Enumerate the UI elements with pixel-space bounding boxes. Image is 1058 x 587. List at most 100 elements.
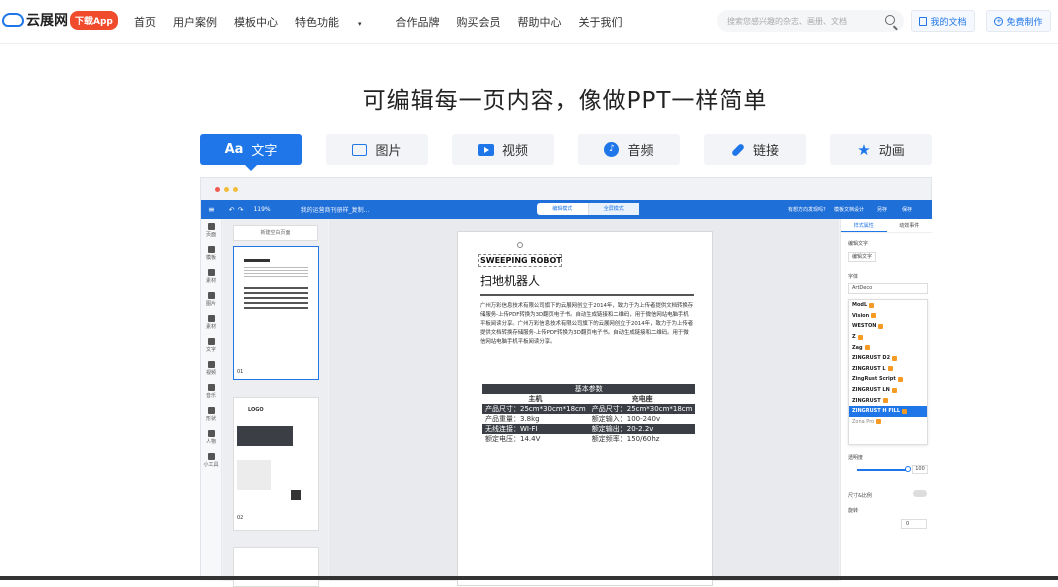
hint-link[interactable]: 有想方向发现吗? [788,206,826,213]
edit-text-button[interactable]: 编辑文字 [848,252,876,262]
size-ratio-toggle[interactable] [913,490,927,497]
rail-music[interactable]: 音乐 [201,380,221,403]
title-chinese[interactable]: 扫地机器人 [480,272,540,289]
font-option[interactable]: ZingRust Script [849,374,927,385]
font-option-label: Z [852,334,856,341]
document-page[interactable]: SWEEPING ROBOT 扫地机器人 广州万彩信息技术有限公司旗下的云展网创… [457,231,713,586]
opacity-slider[interactable] [857,469,907,471]
add-page-button[interactable]: 新建空白页面 [233,225,318,241]
font-option-label: ModL [852,302,868,309]
font-option[interactable]: ZINGRUST [849,395,927,406]
main-nav: 首页 用户案例 模板中心 特色功能 ▾ 合作品牌 购买会员 帮助中心 关于我们 [134,14,640,30]
thumb-table [244,287,308,309]
font-option-label: ZINGRUST LN [852,387,890,394]
tab-audio[interactable]: ♪ 音频 [578,134,680,165]
font-option[interactable]: ZINGRUST D2 [849,353,927,364]
tab-link[interactable]: 链接 [704,134,806,165]
mode-switch[interactable]: 编辑模式 全屏模式 [537,203,639,215]
undo-icon[interactable]: ↶ [229,206,235,214]
redo-icon[interactable]: ↷ [238,206,244,214]
font-option-label: ZINGRUST H FILL [852,408,901,415]
opacity-slider-handle[interactable] [905,466,911,472]
rail-images[interactable]: 图片 [201,288,221,311]
table-cell: 额定输入：100-240v [591,415,661,423]
tab-image[interactable]: 图片 [326,134,428,165]
nav-home[interactable]: 首页 [134,14,156,30]
template-design-button[interactable]: 模板文档设计 [834,206,864,213]
rail-pages[interactable]: 页面 [201,219,221,242]
nav-about[interactable]: 关于我们 [579,14,623,30]
vip-badge-icon [857,334,863,340]
rotate-handle-icon[interactable] [517,242,523,248]
opacity-label: 透明度 [848,455,864,461]
font-label: 字体 [848,274,859,280]
document-title[interactable]: 我的运营商刊册样_复制... [301,205,370,214]
font-option[interactable]: ZINGRUST LN [849,385,927,396]
download-app-badge[interactable]: 下载App [70,10,118,30]
text-aa-icon: Aa [224,142,244,157]
material-icon [207,269,215,276]
tab-style-props[interactable]: 样式属性 [841,219,887,232]
thumbnail-page-1[interactable]: 01 [233,246,319,380]
nav-help[interactable]: 帮助中心 [518,14,562,30]
rail-templates[interactable]: 模板 [201,242,221,265]
tab-anim-events[interactable]: 动效事件 [887,219,933,232]
image-icon [352,143,368,156]
rail-video[interactable]: 视频 [201,357,221,380]
thumb-product-image [237,460,271,490]
font-dropdown[interactable]: ModL Vision WESTON Z Zag ZINGRUST D2 ZIN… [848,299,928,445]
search-icon[interactable] [885,15,895,25]
site-logo[interactable]: 云展网 下载App [2,10,118,30]
selected-text-box[interactable]: SWEEPING ROBOT [478,254,562,267]
font-option[interactable]: WESTON [849,321,927,332]
tab-animation[interactable]: ★ 动画 [830,134,932,165]
rail-text[interactable]: 文字 [201,334,221,357]
vip-badge-icon [902,408,908,414]
font-option[interactable]: Vision [849,311,927,322]
nav-features[interactable]: 特色功能 ▾ [295,14,379,30]
font-option[interactable]: ZINGRUST L [849,364,927,375]
rail-materials[interactable]: 素材 [201,265,221,288]
nav-cases[interactable]: 用户案例 [173,14,217,30]
save-as-button[interactable]: 另存 [877,206,887,213]
nav-membership[interactable]: 购买会员 [457,14,501,30]
rail-assets[interactable]: 素材 [201,311,221,334]
font-option[interactable]: Zag [849,342,927,353]
rail-tools[interactable]: 小工具 [201,449,221,472]
font-option[interactable]: Zona Pro [849,417,927,428]
free-make-button[interactable]: + 免费制作 [986,10,1051,32]
menu-icon[interactable]: ≡ [208,205,215,214]
nav-templates[interactable]: 模板中心 [234,14,278,30]
opacity-value[interactable]: 100 [912,465,928,474]
thumb-title-bar [244,259,270,262]
params-table[interactable]: 基本参数 主机 充电座 产品尺寸：25cm*30cm*18cm 产品尺寸：25cm*… [482,384,696,444]
vip-badge-icon [871,313,877,319]
panel-tabs: 样式属性 动效事件 [841,219,932,233]
font-option[interactable]: Z [849,332,927,343]
thumbnail-page-2[interactable]: LOGO 02 [233,397,319,531]
zoom-level[interactable]: 119% [253,206,270,213]
tab-video[interactable]: 视频 [452,134,554,165]
editor-preview-window: ≡ ↶ ↷ 119% 我的运营商刊册样_复制... 编辑模式 全屏模式 有想方向… [200,177,932,587]
thumbnail-page-3[interactable] [233,547,319,587]
editor-toolbar: ≡ ↶ ↷ 119% 我的运营商刊册样_复制... 编辑模式 全屏模式 有想方向… [201,200,932,219]
rotate-input[interactable]: 0 [901,519,927,529]
maximize-dot-icon [233,186,238,192]
nav-brands[interactable]: 合作品牌 [396,14,440,30]
text-icon [207,338,215,345]
font-option-selected[interactable]: ZINGRUST H FILL [849,405,927,417]
my-docs-label: 我的文档 [930,17,967,28]
tab-animation-label: 动画 [878,144,905,159]
my-docs-button[interactable]: 我的文档 [911,10,975,32]
search-input[interactable]: 搜索您感兴趣的杂志、画册、文档 [717,10,904,32]
tab-text[interactable]: Aa 文字 [200,134,302,171]
rail-people[interactable]: 人物 [201,426,221,449]
body-paragraph[interactable]: 广州万彩信息技术有限公司旗下的云展网创立于2014年，致力于为上传者提供文档转换… [480,302,694,347]
fullscreen-mode-button[interactable]: 全屏模式 [588,203,639,215]
title-english[interactable]: SWEEPING ROBOT [480,256,562,265]
save-button[interactable]: 保存 [902,206,912,213]
font-option[interactable]: ModL [849,300,927,311]
font-select[interactable]: ArtDeco [848,283,928,294]
edit-mode-button[interactable]: 编辑模式 [537,203,589,215]
rail-shapes[interactable]: 形状 [201,403,221,426]
